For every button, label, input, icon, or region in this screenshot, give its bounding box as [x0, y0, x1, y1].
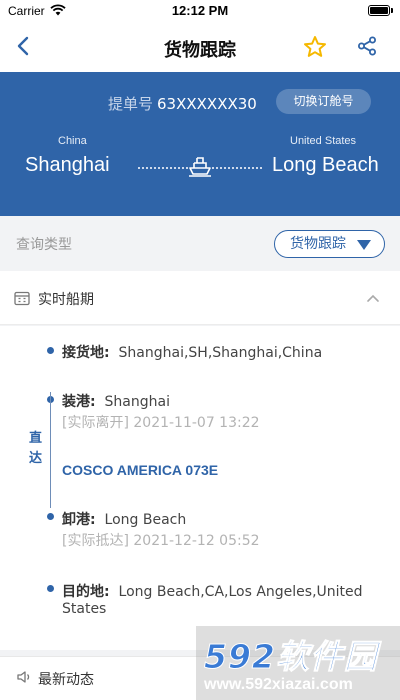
receipt-label: 接货地: [62, 345, 110, 361]
final-destination: 目的地: Long Beach,CA,Los Angeles,United [62, 581, 363, 601]
site-watermark: 592软件园 www.592xiazai.com [196, 626, 400, 700]
port-of-loading: 装港: Shanghai [62, 391, 170, 411]
origin-city: Shanghai [25, 154, 110, 176]
calendar-icon [14, 291, 30, 306]
timeline-line [50, 392, 51, 508]
bill-number: 63XXXXXX30 [157, 95, 257, 113]
status-bar: Carrier 12:12 PM [0, 0, 400, 22]
clock: 12:12 PM [171, 3, 229, 18]
pol-label: 装港: [62, 394, 96, 410]
latest-news-title: 最新动态 [38, 672, 94, 688]
page-title: 货物跟踪 [164, 40, 236, 61]
timeline-dot-pod [47, 513, 54, 520]
ship-icon [189, 157, 211, 177]
receipt-place: 接货地: Shanghai,SH,Shanghai,China [62, 342, 322, 362]
battery-tip [391, 8, 393, 13]
direct-label: 直达 [29, 431, 43, 466]
bill-of-lading: 提单号 63XXXXXX30 [108, 93, 257, 114]
destination-country: United States [290, 135, 357, 147]
timeline-dot-receipt [47, 347, 54, 354]
receipt-value: Shanghai,SH,Shanghai,China [118, 345, 323, 361]
watermark-title: 592软件园 [204, 637, 378, 677]
query-type-row: 查询类型 货物跟踪 [0, 216, 400, 270]
pod-value: Long Beach [104, 512, 187, 528]
favorite-star-icon[interactable] [302, 34, 328, 60]
route-banner: 提单号 63XXXXXX30 切换订舱号 China United States … [0, 72, 400, 216]
query-type-value: 货物跟踪 [290, 236, 346, 252]
query-type-label: 查询类型 [16, 237, 72, 253]
pol-status: [实际离开] 2021-11-07 13:22 [62, 415, 260, 431]
nav-bar: 货物跟踪 [0, 22, 400, 72]
pol-value: Shanghai [104, 394, 170, 410]
query-type-select[interactable]: 货物跟踪 [274, 230, 385, 258]
switch-booking-button[interactable]: 切换订舱号 [276, 89, 371, 114]
destination-value: Long Beach,CA,Los Angeles,United [118, 584, 363, 600]
watermark-url: www.592xiazai.com [204, 676, 353, 693]
route-dots-left [138, 167, 188, 169]
speaker-icon [17, 671, 30, 683]
timeline-dot-destination [47, 585, 54, 592]
schedule-header[interactable]: 实时船期 [0, 271, 400, 325]
schedule-timeline: 接货地: Shanghai,SH,Shanghai,China 直达 装港: S… [0, 326, 400, 650]
destination-label: 目的地: [62, 584, 110, 600]
vessel-voyage[interactable]: COSCO AMERICA 073E [62, 462, 218, 478]
bill-label: 提单号 [108, 95, 154, 113]
pod-status: [实际抵达] 2021-12-12 05:52 [62, 533, 260, 549]
chevron-up-icon[interactable] [366, 292, 380, 304]
destination-city: Long Beach [272, 154, 379, 176]
route-dots-right [212, 167, 262, 169]
battery-icon [368, 5, 390, 16]
port-of-discharge: 卸港: Long Beach [62, 509, 186, 529]
dropdown-triangle-icon [357, 240, 371, 250]
destination-value-cont: States [62, 601, 107, 617]
origin-country: China [58, 135, 87, 147]
schedule-title: 实时船期 [38, 292, 94, 308]
pod-label: 卸港: [62, 512, 96, 528]
share-icon[interactable] [356, 35, 378, 57]
